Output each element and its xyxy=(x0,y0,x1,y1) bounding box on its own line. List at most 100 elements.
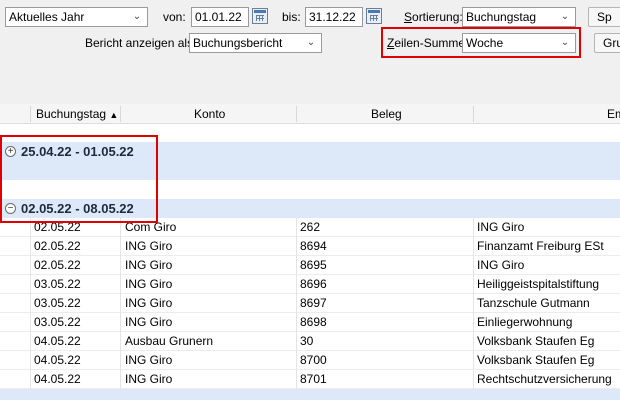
cell-konto: ING Giro xyxy=(125,353,173,367)
cell-empfaenger: Heiliggeistspitalstiftung xyxy=(477,277,600,291)
cell-konto: ING Giro xyxy=(125,315,173,329)
column-header-buchungstag[interactable]: Buchungstag ▲ xyxy=(36,104,118,124)
cell-buchungstag: 04.05.22 xyxy=(34,372,81,386)
cell-beleg: 8700 xyxy=(300,353,327,367)
cell-buchungstag: 03.05.22 xyxy=(34,296,81,310)
sp-button[interactable]: Sp xyxy=(588,7,620,27)
table-row[interactable]: 04.05.22 Ausbau Grunern 30 Volksbank Staufe… xyxy=(0,332,620,351)
table-row[interactable]: 02.05.22 Com Giro 262 ING Giro xyxy=(0,218,620,237)
to-date-value: 31.12.22 xyxy=(309,10,356,24)
cell-buchungstag: 04.05.22 xyxy=(34,353,81,367)
table-row[interactable]: 04.05.22 ING Giro 8700 Volksbank Staufen Eg xyxy=(0,351,620,370)
filter-toolbar: Aktuelles Jahr ⌄ von: 01.01.22 bis: 31.1… xyxy=(0,0,620,104)
chevron-down-icon: ⌄ xyxy=(560,11,570,22)
column-header-beleg[interactable]: Beleg xyxy=(371,104,402,124)
sort-ascending-icon: ▲ xyxy=(109,110,119,120)
cell-empfaenger: Einliegerwohnung xyxy=(477,315,573,329)
rowsum-select-value: Woche xyxy=(466,36,504,50)
cell-empfaenger: Rechtschutzversicherung xyxy=(477,372,612,386)
cell-buchungstag: 02.05.22 xyxy=(34,258,81,272)
chevron-down-icon: ⌄ xyxy=(560,37,570,48)
rowsum-label-rest: eilen-Summe: xyxy=(394,36,469,50)
table-row[interactable]: 03.05.22 ING Giro 8697 Tanzschule Gutmann xyxy=(0,294,620,313)
from-date-input[interactable]: 01.01.22 xyxy=(191,7,249,27)
sort-select[interactable]: Buchungstag ⌄ xyxy=(462,7,576,27)
cell-beleg: 8695 xyxy=(300,258,327,272)
minus-circle-icon[interactable]: − xyxy=(5,203,16,214)
table-row[interactable]: 04.05.22 ING Giro 8701 Rechtschutzversicher… xyxy=(0,370,620,389)
sp-button-label: Sp xyxy=(597,10,612,24)
group-button-label: Gru xyxy=(603,36,620,50)
column-header-konto[interactable]: Konto xyxy=(194,104,225,124)
from-label: von: xyxy=(163,10,186,24)
table-row[interactable]: 02.05.22 ING Giro 8694 Finanzamt Freiburg E… xyxy=(0,237,620,256)
cell-konto: Com Giro xyxy=(125,220,177,234)
cell-konto: ING Giro xyxy=(125,277,173,291)
cell-buchungstag: 04.05.22 xyxy=(34,334,81,348)
calendar-icon[interactable] xyxy=(252,8,268,24)
group-row-week-1[interactable]: + 25.04.22 - 01.05.22 xyxy=(0,142,620,161)
cell-empfaenger: Finanzamt Freiburg ESt xyxy=(477,239,604,253)
cell-beleg: 8697 xyxy=(300,296,327,310)
report-label: Bericht anzeigen als: xyxy=(85,36,197,50)
cell-empfaenger: Tanzschule Gutmann xyxy=(477,296,590,310)
header-separator xyxy=(296,106,297,122)
rowsum-label: Zeilen-Summe: xyxy=(387,36,469,50)
column-divider xyxy=(473,218,474,389)
chevron-down-icon: ⌄ xyxy=(306,37,316,48)
from-date-value: 01.01.22 xyxy=(195,10,242,24)
sort-label: Sortierung: xyxy=(404,10,463,24)
sort-label-rest: ortierung: xyxy=(412,10,463,24)
cell-buchungstag: 03.05.22 xyxy=(34,315,81,329)
period-select[interactable]: Aktuelles Jahr ⌄ xyxy=(5,7,148,27)
spacer-row xyxy=(0,180,620,199)
column-divider xyxy=(296,218,297,389)
header-separator xyxy=(473,106,474,122)
cell-konto: Ausbau Grunern xyxy=(125,334,214,348)
group-summary-row xyxy=(0,389,620,400)
booking-grid: Buchungstag ▲ Konto Beleg Em + 25.04.22 … xyxy=(0,104,620,400)
cell-empfaenger: Volksbank Staufen Eg xyxy=(477,353,595,367)
cell-konto: ING Giro xyxy=(125,258,173,272)
group-button[interactable]: Gru xyxy=(594,33,620,53)
column-divider xyxy=(120,218,121,389)
column-divider xyxy=(30,218,31,389)
cell-beleg: 262 xyxy=(300,220,321,234)
cell-beleg: 8694 xyxy=(300,239,327,253)
cell-konto: ING Giro xyxy=(125,239,173,253)
cell-buchungstag: 03.05.22 xyxy=(34,277,81,291)
cell-buchungstag: 02.05.22 xyxy=(34,220,81,234)
cell-empfaenger: ING Giro xyxy=(477,220,525,234)
cell-beleg: 8698 xyxy=(300,315,327,329)
cell-empfaenger: ING Giro xyxy=(477,258,525,272)
grid-header: Buchungstag ▲ Konto Beleg Em xyxy=(0,104,620,124)
column-header-buchungstag-label: Buchungstag xyxy=(36,107,107,121)
report-select-value: Buchungsbericht xyxy=(193,36,283,50)
cell-konto: ING Giro xyxy=(125,372,173,386)
group-title: 02.05.22 - 08.05.22 xyxy=(21,201,134,216)
rowsum-select[interactable]: Woche ⌄ xyxy=(462,33,576,53)
table-row[interactable]: 03.05.22 ING Giro 8698 Einliegerwohnung xyxy=(0,313,620,332)
chevron-down-icon: ⌄ xyxy=(132,11,142,22)
cell-beleg: 30 xyxy=(300,334,314,348)
table-row[interactable]: 02.05.22 ING Giro 8695 ING Giro xyxy=(0,256,620,275)
group-title: 25.04.22 - 01.05.22 xyxy=(21,144,134,159)
table-row[interactable]: 03.05.22 ING Giro 8696 Heiliggeistspitalsti… xyxy=(0,275,620,294)
cell-beleg: 8696 xyxy=(300,277,327,291)
cell-konto: ING Giro xyxy=(125,296,173,310)
group-row-week-2[interactable]: − 02.05.22 - 08.05.22 xyxy=(0,199,620,218)
header-separator xyxy=(120,106,121,122)
group-summary-row xyxy=(0,161,620,180)
to-date-input[interactable]: 31.12.22 xyxy=(305,7,363,27)
calendar-icon[interactable] xyxy=(366,8,382,24)
cell-buchungstag: 02.05.22 xyxy=(34,239,81,253)
header-separator xyxy=(30,106,31,122)
report-select[interactable]: Buchungsbericht ⌄ xyxy=(189,33,322,53)
period-select-value: Aktuelles Jahr xyxy=(9,10,85,24)
sort-select-value: Buchungstag xyxy=(466,10,537,24)
column-header-empfaenger[interactable]: Em xyxy=(607,104,620,124)
cell-beleg: 8701 xyxy=(300,372,327,386)
cell-empfaenger: Volksbank Staufen Eg xyxy=(477,334,595,348)
plus-circle-icon[interactable]: + xyxy=(5,146,16,157)
to-label: bis: xyxy=(282,10,301,24)
